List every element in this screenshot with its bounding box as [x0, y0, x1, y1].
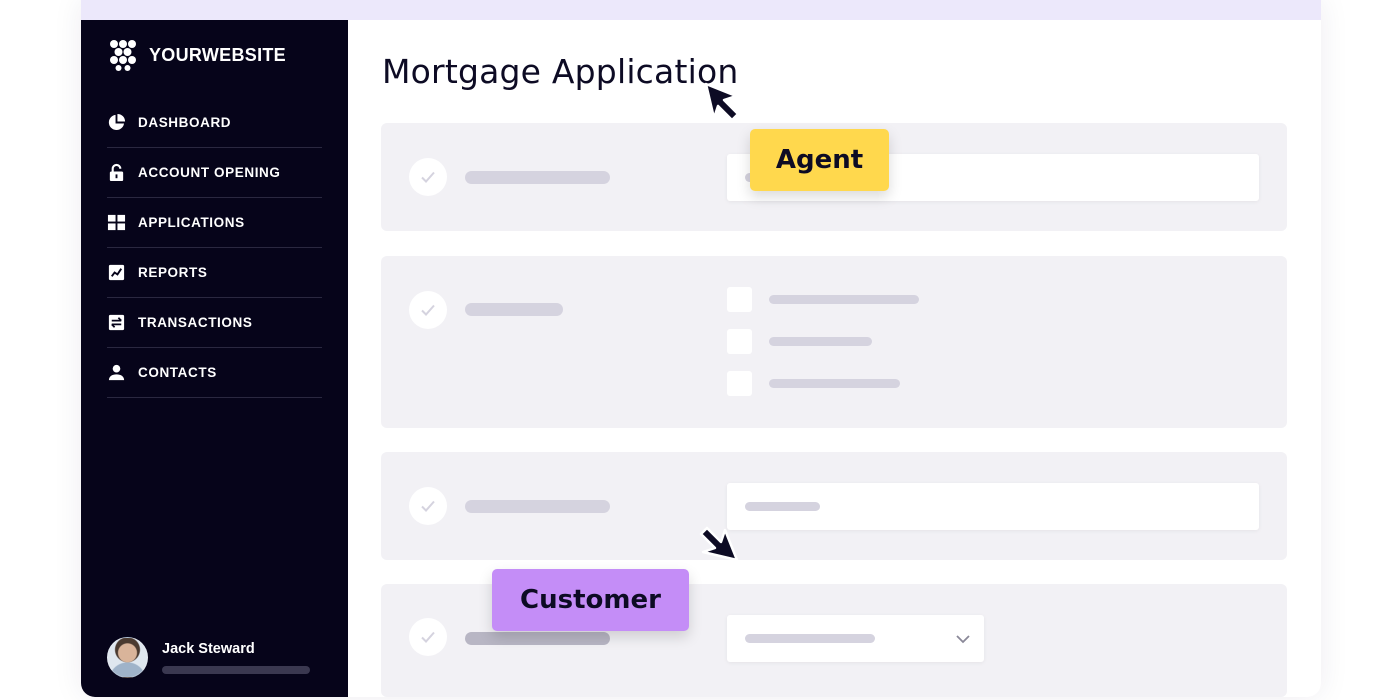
sidebar-item-contacts[interactable]: CONTACTS	[107, 348, 322, 398]
person-icon	[108, 364, 125, 381]
sidebar-item-reports[interactable]: REPORTS	[107, 248, 322, 298]
sidebar-item-label: ACCOUNT OPENING	[138, 165, 281, 180]
sidebar: YOURWEBSITE DASHBOARD ACCOUNT OPENING AP…	[81, 20, 348, 697]
sidebar-item-label: DASHBOARD	[138, 115, 232, 130]
sidebar-item-label: CONTACTS	[138, 365, 217, 380]
checkmark-icon	[421, 171, 435, 183]
agent-cursor-icon	[704, 82, 740, 122]
select-dropdown[interactable]	[727, 615, 984, 662]
field-label-placeholder	[465, 171, 610, 184]
user-profile[interactable]: Jack Steward	[107, 637, 310, 678]
field-label-placeholder	[465, 303, 563, 316]
customer-tag: Customer	[492, 569, 689, 631]
sidebar-item-transactions[interactable]: TRANSACTIONS	[107, 298, 322, 348]
sidebar-item-account-opening[interactable]: ACCOUNT OPENING	[107, 148, 322, 198]
page-title: Mortgage Application	[382, 52, 739, 91]
sidebar-item-label: APPLICATIONS	[138, 215, 245, 230]
customer-cursor-icon	[699, 526, 739, 562]
checkbox[interactable]	[727, 287, 752, 312]
form-card	[381, 452, 1287, 560]
brand-name: YOURWEBSITE	[149, 44, 286, 65]
checkmark-icon	[421, 631, 435, 643]
text-input[interactable]	[727, 483, 1259, 530]
form-card	[381, 256, 1287, 428]
chevron-down-icon	[956, 635, 970, 644]
pie-chart-icon	[108, 113, 126, 131]
field-label-placeholder	[465, 632, 610, 645]
report-chart-icon	[108, 264, 125, 281]
avatar	[107, 637, 148, 678]
option-label-placeholder	[769, 295, 919, 304]
agent-tag: Agent	[750, 129, 889, 191]
step-check	[409, 158, 447, 196]
sidebar-item-label: TRANSACTIONS	[138, 315, 253, 330]
app-window: YOURWEBSITE DASHBOARD ACCOUNT OPENING AP…	[81, 0, 1321, 697]
top-strip	[81, 0, 1321, 20]
step-check	[409, 618, 447, 656]
user-subtitle-placeholder	[162, 666, 310, 674]
checkbox[interactable]	[727, 329, 752, 354]
sidebar-item-applications[interactable]: APPLICATIONS	[107, 198, 322, 248]
sidebar-item-dashboard[interactable]: DASHBOARD	[107, 98, 322, 148]
field-label-placeholder	[465, 500, 610, 513]
step-check	[409, 487, 447, 525]
select-value-placeholder	[745, 634, 875, 643]
transfer-icon	[108, 314, 125, 331]
option-label-placeholder	[769, 337, 872, 346]
unlock-icon	[109, 163, 124, 182]
brand-logo[interactable]: YOURWEBSITE	[107, 39, 286, 71]
grid-icon	[107, 214, 126, 231]
checkmark-icon	[421, 304, 435, 316]
step-check	[409, 291, 447, 329]
option-label-placeholder	[769, 379, 900, 388]
checkbox[interactable]	[727, 371, 752, 396]
input-value-placeholder	[745, 502, 820, 511]
hexagon-cluster-logo-icon	[110, 40, 136, 71]
sidebar-item-label: REPORTS	[138, 265, 208, 280]
sidebar-nav: DASHBOARD ACCOUNT OPENING APPLICATIONS R…	[107, 98, 322, 398]
checkmark-icon	[421, 500, 435, 512]
user-name: Jack Steward	[162, 641, 255, 657]
